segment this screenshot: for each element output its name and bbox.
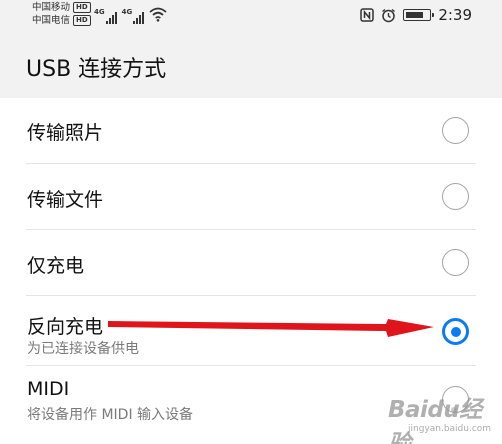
radio-button[interactable] (442, 117, 469, 144)
status-icons: 2:39 (360, 6, 472, 24)
option-label: 仅充电 (27, 255, 85, 277)
option-charge-only[interactable]: 仅充电 (0, 230, 502, 296)
alarm-icon (382, 8, 396, 22)
option-label: 传输文件 (27, 189, 104, 211)
watermark-url: jingyan.baidu.com (408, 424, 492, 434)
signal-group: 4G 4G (94, 8, 149, 24)
battery-icon (403, 9, 435, 21)
option-subtitle: 将设备用作 MIDI 输入设备 (27, 407, 194, 423)
radio-button[interactable] (442, 249, 469, 276)
option-label: 传输照片 (27, 122, 104, 144)
network-type-label: 4G (121, 8, 133, 16)
option-transfer-files[interactable]: 传输文件 (0, 164, 502, 230)
carrier-1: 中国移动 HD (32, 2, 91, 13)
clock-time: 2:39 (438, 6, 472, 24)
app-header: USB 连接方式 (0, 34, 502, 100)
option-transfer-photos[interactable]: 传输照片 (0, 98, 502, 164)
status-bar: 中国移动 HD 中国电信 HD 4G 4G 2:39 (0, 0, 502, 34)
network-type-label: 4G (94, 8, 105, 16)
radio-button[interactable] (442, 183, 469, 210)
annotation-arrow (108, 319, 434, 337)
page-title: USB 连接方式 (26, 57, 167, 82)
radio-button-selected[interactable] (442, 318, 469, 345)
hd-badge: HD (73, 15, 91, 26)
wifi-icon (149, 7, 167, 22)
hd-badge: HD (73, 2, 91, 13)
nfc-icon (360, 8, 375, 22)
signal-icon (105, 12, 117, 24)
option-label: MIDI (27, 378, 70, 400)
watermark-text: Baidu经验 (388, 397, 482, 444)
carrier-2: 中国电信 HD (32, 15, 91, 26)
option-label: 反向充电 (27, 316, 104, 338)
signal-icon (133, 12, 145, 24)
